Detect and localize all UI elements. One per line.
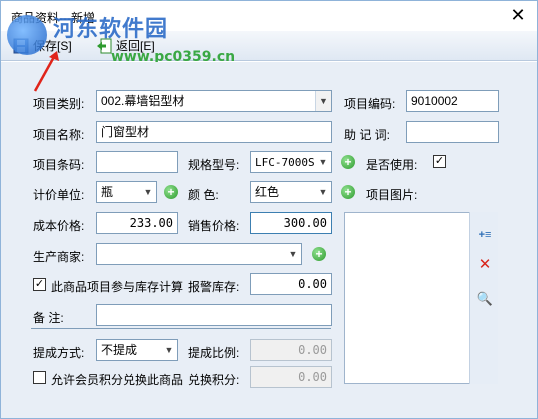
cost-input[interactable]: 233.00 bbox=[96, 212, 178, 234]
category-select[interactable]: 002.幕墙铝型材 ▼ bbox=[96, 90, 332, 112]
chevron-down-icon: ▼ bbox=[318, 157, 328, 167]
alarm-input[interactable]: 0.00 bbox=[250, 273, 332, 295]
add-image-icon[interactable]: +≡ bbox=[476, 226, 494, 244]
add-unit-plus-icon[interactable]: + bbox=[164, 185, 178, 199]
name-input[interactable]: 门窗型材 bbox=[96, 121, 332, 143]
commission-value: 不提成 bbox=[101, 343, 138, 357]
chevron-down-icon: ▼ bbox=[164, 345, 174, 355]
commission-label: 提成方式: bbox=[33, 346, 85, 360]
barcode-label: 项目条码: bbox=[33, 158, 85, 172]
mnemonic-input[interactable] bbox=[406, 121, 499, 143]
annotation-arrow bbox=[33, 51, 59, 92]
chevron-down-icon: ▼ bbox=[143, 187, 153, 197]
enabled-label: 是否使用: bbox=[366, 158, 418, 172]
name-label: 项目名称: bbox=[33, 128, 85, 142]
cost-label: 成本价格: bbox=[33, 219, 85, 233]
category-label: 项目类别: bbox=[33, 97, 85, 111]
category-value: 002.幕墙铝型材 bbox=[101, 94, 185, 108]
exchange-input[interactable]: 0.00 bbox=[250, 366, 332, 388]
code-label: 项目编码: bbox=[344, 97, 396, 111]
stock-calc-checkbox[interactable]: ✓ bbox=[33, 278, 46, 291]
alarm-label: 报警库存: bbox=[188, 280, 240, 294]
ratio-input[interactable]: 0.00 bbox=[250, 339, 332, 361]
spec-label: 规格型号: bbox=[188, 158, 240, 172]
add-spec-plus-icon[interactable]: + bbox=[341, 155, 355, 169]
maker-label: 生产商家: bbox=[33, 250, 85, 264]
chevron-down-icon: ▼ bbox=[315, 91, 331, 111]
image-toolbar: +≡ ✕ 🔍 bbox=[469, 212, 498, 384]
image-label: 项目图片: bbox=[366, 188, 418, 202]
points-label: 允许会员积分兑换此商品 bbox=[51, 373, 184, 387]
remark-input[interactable] bbox=[96, 304, 332, 326]
barcode-input[interactable] bbox=[96, 151, 178, 173]
watermark-brand: 河东软件园 bbox=[53, 17, 169, 42]
add-color-plus-icon[interactable]: + bbox=[341, 185, 355, 199]
mnemonic-label: 助 记 词: bbox=[344, 128, 391, 142]
stock-calc-label: 此商品项目参与库存计算 bbox=[51, 280, 184, 294]
chevron-down-icon: ▼ bbox=[318, 187, 328, 197]
spec-value: LFC-7000S bbox=[255, 156, 315, 169]
unit-value: 瓶 bbox=[101, 185, 114, 199]
remark-label: 备 注: bbox=[33, 311, 64, 325]
delete-image-icon[interactable]: ✕ bbox=[476, 256, 494, 274]
product-edit-window: 商品资料---新增 ✕ 保存[S] 返回[E] 河东软件园 www.pc0359… bbox=[0, 0, 538, 419]
add-maker-plus-icon[interactable]: + bbox=[312, 247, 326, 261]
commission-select[interactable]: 不提成 ▼ bbox=[96, 339, 178, 361]
chevron-down-icon: ▼ bbox=[288, 249, 298, 259]
ratio-label: 提成比例: bbox=[188, 346, 240, 360]
code-input[interactable]: 9010002 bbox=[406, 90, 499, 112]
exchange-label: 兑换积分: bbox=[188, 373, 240, 387]
close-button[interactable]: ✕ bbox=[505, 4, 531, 26]
color-value: 红色 bbox=[255, 185, 280, 199]
color-select[interactable]: 红色 ▼ bbox=[250, 181, 332, 203]
color-label: 颜 色: bbox=[188, 188, 219, 202]
unit-label: 计价单位: bbox=[33, 188, 85, 202]
unit-select[interactable]: 瓶 ▼ bbox=[96, 181, 157, 203]
points-checkbox[interactable] bbox=[33, 371, 46, 384]
sale-label: 销售价格: bbox=[188, 219, 240, 233]
section-divider bbox=[31, 328, 331, 329]
enabled-checkbox[interactable]: ✓ bbox=[433, 155, 446, 168]
zoom-image-icon[interactable]: 🔍 bbox=[476, 290, 494, 308]
spec-select[interactable]: LFC-7000S ▼ bbox=[250, 151, 332, 173]
maker-select[interactable]: ▼ bbox=[96, 243, 302, 265]
sale-input[interactable]: 300.00 bbox=[250, 212, 332, 234]
